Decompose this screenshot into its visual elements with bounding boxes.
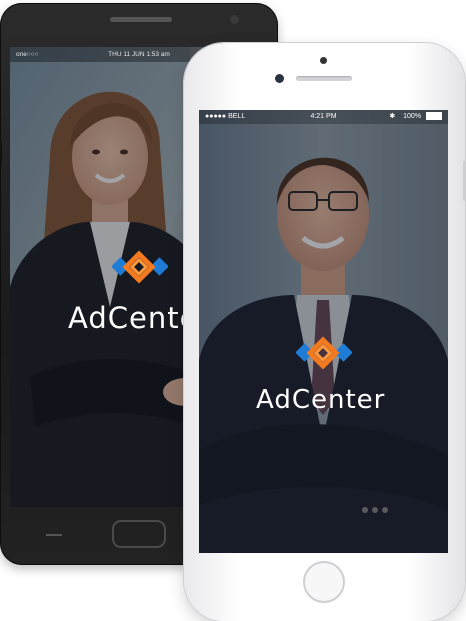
android-camera-icon xyxy=(230,15,239,24)
iphone-status-right: ✱ 100% xyxy=(389,110,442,124)
android-back-key[interactable] xyxy=(46,534,62,536)
iphone-screen-overlay xyxy=(199,110,448,553)
android-speaker xyxy=(110,17,172,22)
iphone-brand-title: AdCenter xyxy=(256,385,386,415)
iphone-status-bar: ●●●●● BELL 4:21 PM ✱ 100% xyxy=(199,110,448,124)
bluetooth-icon: ✱ xyxy=(389,113,396,120)
iphone-sensor xyxy=(320,57,327,64)
iphone-earpiece xyxy=(296,76,352,81)
android-side-button xyxy=(0,141,2,167)
android-home-key[interactable] xyxy=(112,520,166,548)
battery-icon xyxy=(426,112,442,121)
adcenter-logo-icon xyxy=(112,250,168,284)
adcenter-logo-icon xyxy=(296,336,352,370)
iphone-home-button[interactable] xyxy=(303,561,345,603)
iphone-front-camera-icon xyxy=(275,74,284,83)
iphone-battery-text: 100% xyxy=(403,113,422,120)
iphone: AdCenter ●●●●● BELL 4:21 PM ✱ 100% xyxy=(184,43,466,621)
iphone-screen: AdCenter xyxy=(199,110,448,553)
